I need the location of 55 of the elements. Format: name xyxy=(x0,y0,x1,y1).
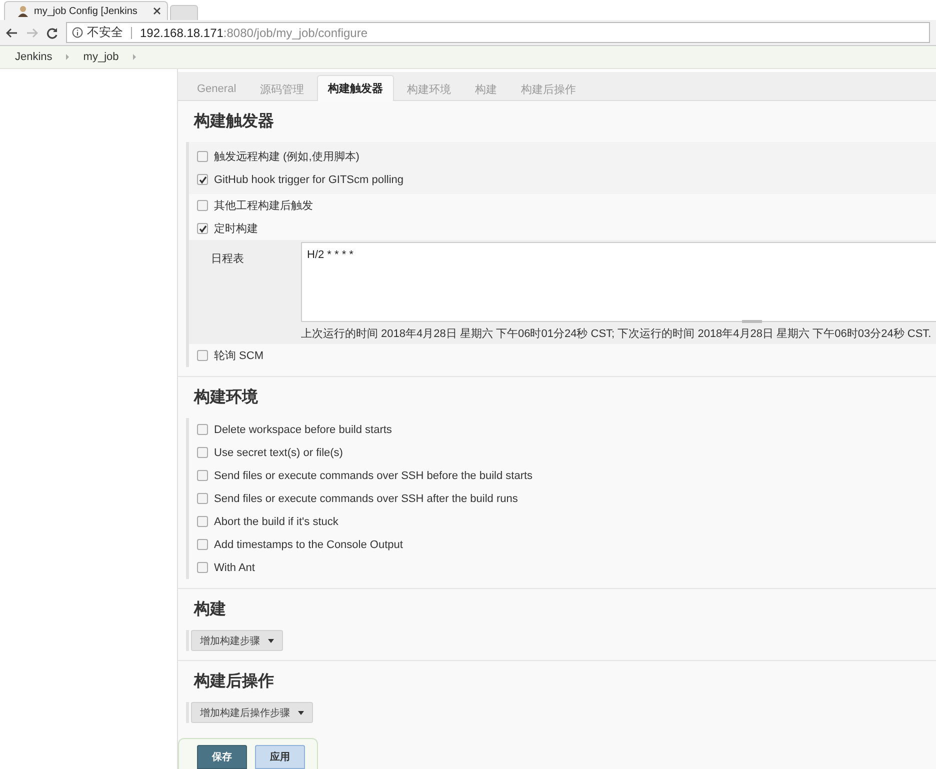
checkbox[interactable] xyxy=(197,539,208,550)
field-label: 日程表 xyxy=(210,252,245,267)
checkbox[interactable] xyxy=(197,493,208,504)
option-label: 轮询 SCM xyxy=(214,349,264,363)
security-label: 不安全 xyxy=(87,24,123,41)
schedule-note: 上次运行的时间 2018年4月28日 星期六 下午06时01分24秒 CST; 下次运行的时间 2018年4月28日 星期六 下午06时03分24秒 CST. xyxy=(301,326,932,342)
checkbox[interactable] xyxy=(197,174,208,185)
option-label: Use secret text(s) or file(s) xyxy=(214,446,343,458)
forward-icon xyxy=(26,28,38,38)
checkbox[interactable] xyxy=(197,350,208,361)
url-text: 192.168.18.171:8080/job/my_job/configure xyxy=(140,26,368,40)
save-button[interactable]: 保存 xyxy=(197,745,247,769)
breadcrumb-link[interactable]: my_job xyxy=(83,51,119,63)
jenkins-icon xyxy=(17,5,29,17)
option-label: 其他工程构建后触发 xyxy=(214,199,313,213)
option-label: GitHub hook trigger for GITScm polling xyxy=(214,174,404,186)
option-label: With Ant xyxy=(214,562,255,574)
back-icon xyxy=(6,28,18,38)
option-label: 定时构建 xyxy=(214,222,258,236)
option-label: Add timestamps to the Console Output xyxy=(214,538,403,550)
checkbox[interactable] xyxy=(197,562,208,573)
apply-button[interactable]: 应用 xyxy=(255,745,305,769)
close-icon xyxy=(153,7,161,15)
add-step-button[interactable]: 增加构建步骤 xyxy=(191,630,283,651)
section-heading: 构建后操作 xyxy=(194,671,275,692)
add-step-button[interactable]: 增加构建后操作步骤 xyxy=(191,702,313,723)
checkbox[interactable] xyxy=(197,470,208,481)
option-label: Abort the build if it's stuck xyxy=(214,516,338,528)
chevron-icon xyxy=(132,54,136,60)
option-label: 触发远程构建 (例如,使用脚本) xyxy=(214,150,360,164)
new-tab-button[interactable] xyxy=(170,5,198,20)
checkbox[interactable] xyxy=(197,516,208,527)
breadcrumb-link[interactable]: Jenkins xyxy=(15,51,52,63)
option-label: Delete workspace before build starts xyxy=(214,424,392,436)
address-bar[interactable]: 不安全 192.168.18.171:8080/job/my_job/configure xyxy=(66,22,930,43)
chevron-icon xyxy=(66,54,70,60)
section-heading: 构建触发器 xyxy=(194,112,275,132)
schedule-textarea[interactable]: H/2 * * * * xyxy=(301,242,936,322)
config-tab[interactable]: 构建触发器 xyxy=(317,75,394,101)
section-heading: 构建环境 xyxy=(194,387,259,408)
caret-icon xyxy=(298,710,304,714)
option-label: Send files or execute commands over SSH before the build starts xyxy=(214,470,533,482)
browser-tab[interactable]: my_job Config [Jenkins xyxy=(4,1,168,20)
checkbox[interactable] xyxy=(197,424,208,435)
resize-handle[interactable] xyxy=(742,320,762,323)
tab-title: my_job Config [Jenkins xyxy=(34,6,138,16)
checkbox[interactable] xyxy=(197,447,208,458)
checkbox[interactable] xyxy=(197,200,208,211)
section-heading: 构建 xyxy=(194,600,227,620)
option-label: Send files or execute commands over SSH after the build runs xyxy=(214,492,518,504)
info-icon xyxy=(72,27,83,38)
reload-icon xyxy=(46,26,58,38)
caret-icon xyxy=(268,638,274,642)
checkbox[interactable] xyxy=(197,223,208,234)
checkbox[interactable] xyxy=(197,151,208,162)
